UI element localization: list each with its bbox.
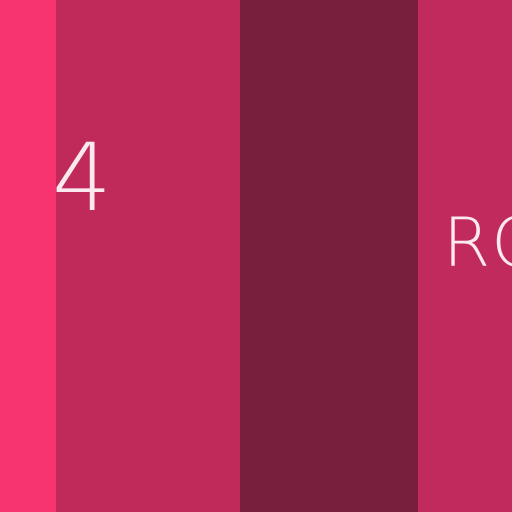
stripe-3 <box>240 0 418 512</box>
number-label: 4 <box>52 124 112 233</box>
color-stripe-panel: 4 RO <box>0 0 512 512</box>
partial-text-label: RO <box>443 204 512 283</box>
stripe-2 <box>56 0 240 512</box>
stripe-1 <box>0 0 56 512</box>
